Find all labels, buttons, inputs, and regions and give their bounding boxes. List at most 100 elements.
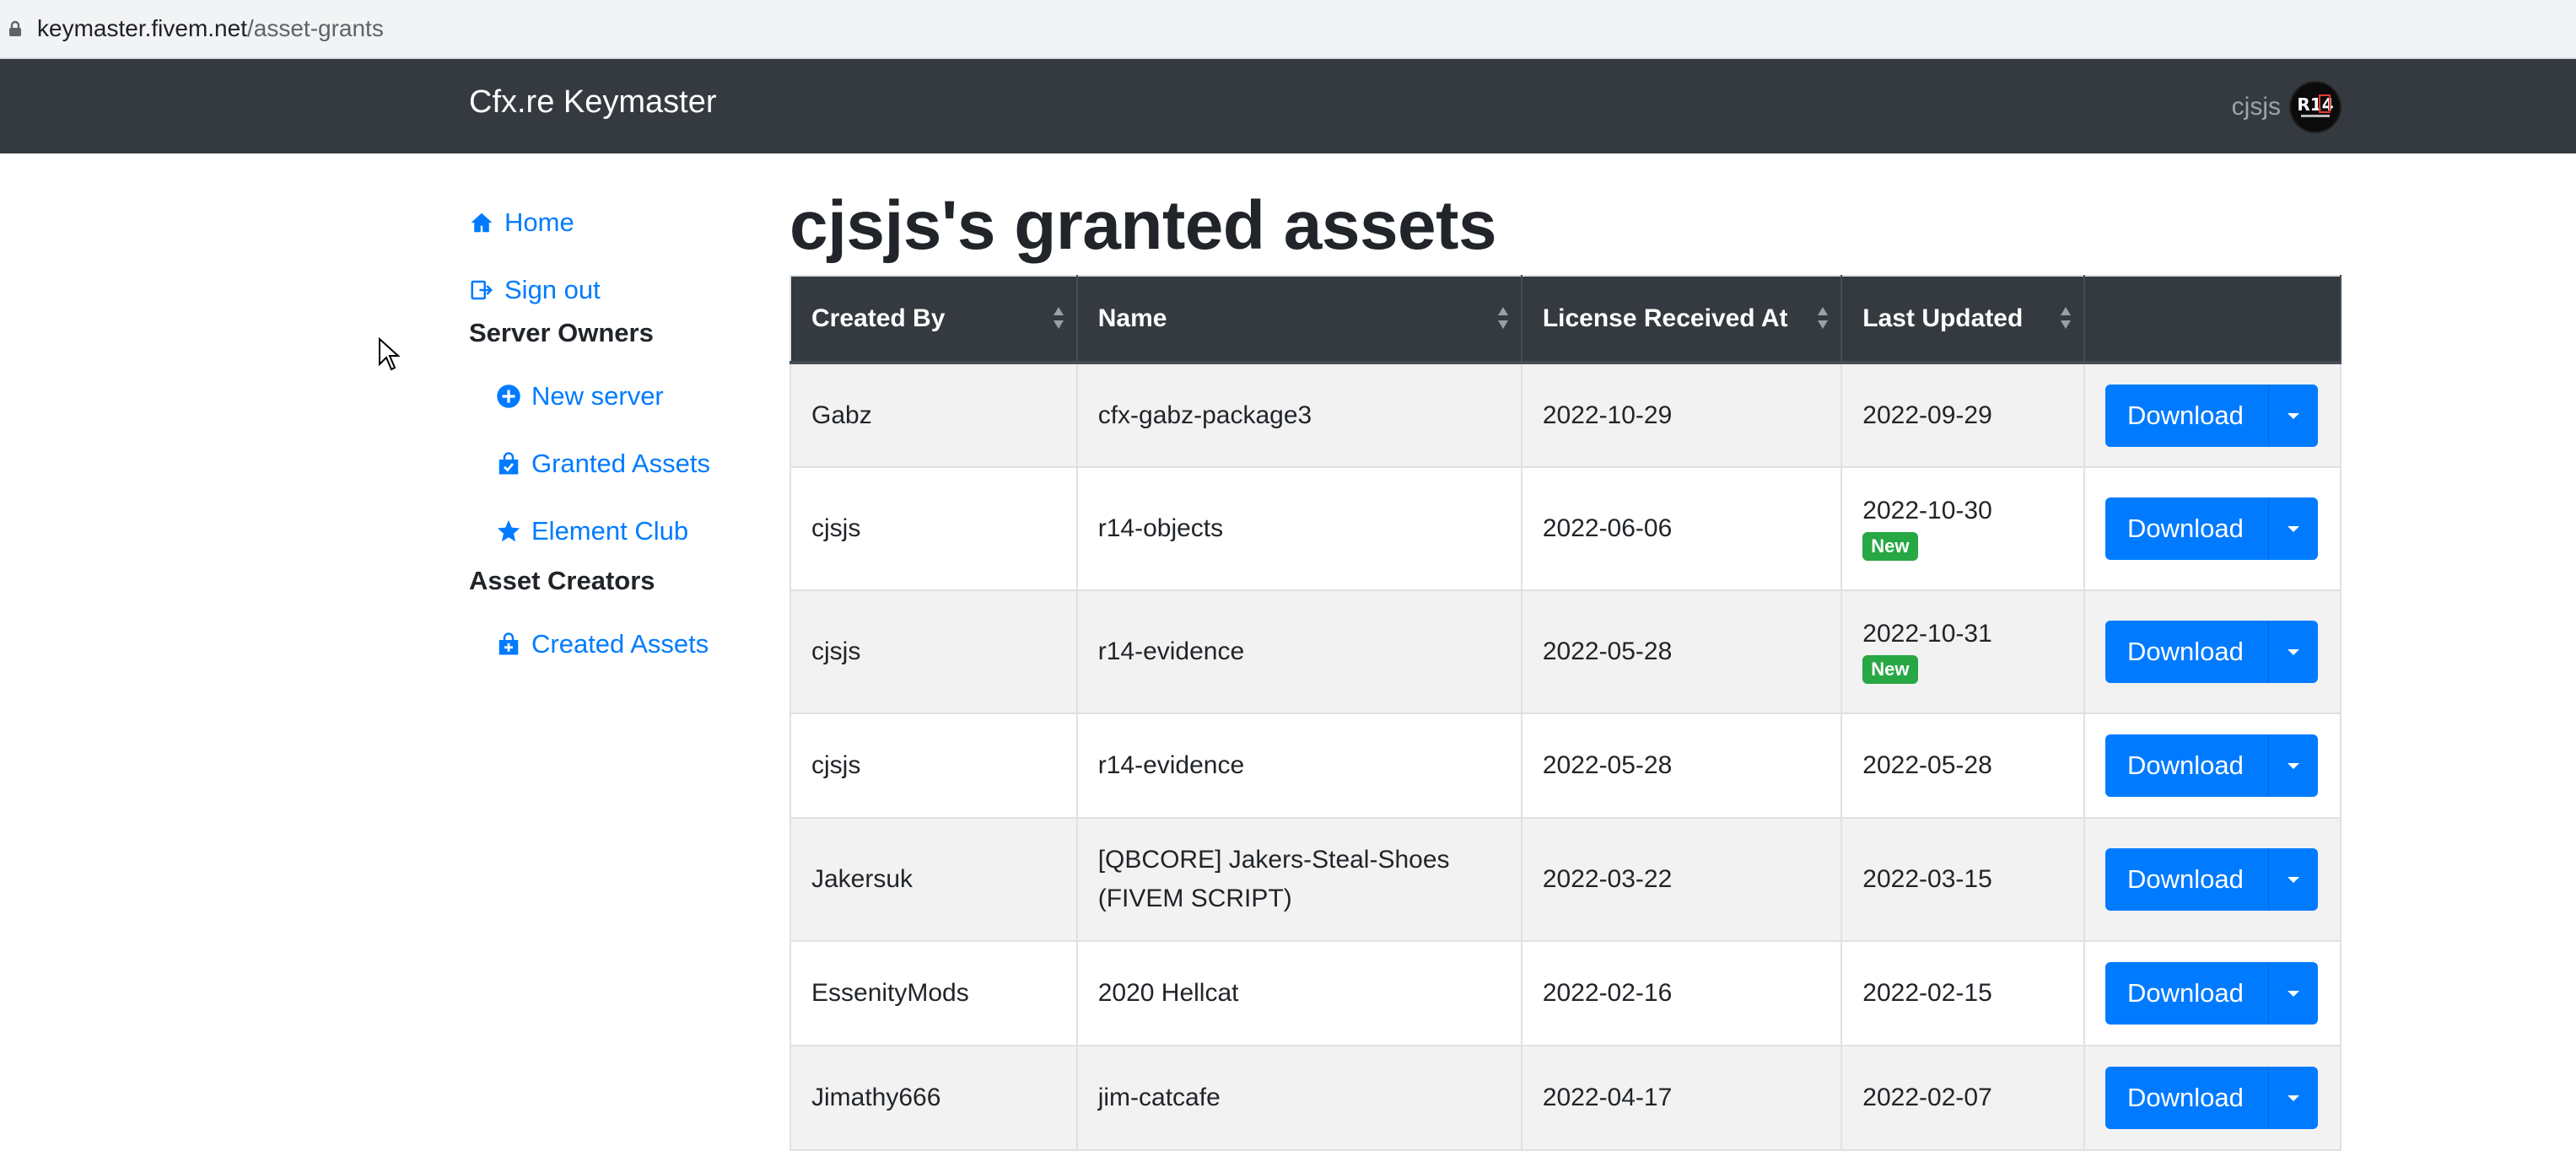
- cell-actions: Download: [2083, 1045, 2342, 1151]
- browser-address-bar[interactable]: keymaster.fivem.net/asset-grants: [0, 0, 2576, 59]
- download-button[interactable]: Download: [2105, 962, 2269, 1025]
- cell-last-updated-text: 2022-02-15: [1862, 979, 1992, 1007]
- cell-actions: Download: [2083, 466, 2342, 591]
- cell-name-text: r14-evidence: [1097, 637, 1245, 665]
- cell-last-updated: 2022-02-07: [1840, 1045, 2085, 1151]
- download-split-button: Download: [2104, 848, 2318, 911]
- cell-created-by: EssenityMods: [790, 940, 1078, 1046]
- cell-actions: Download: [2083, 713, 2342, 819]
- url-text[interactable]: keymaster.fivem.net/asset-grants: [37, 15, 384, 42]
- cell-license-received: 2022-04-17: [1520, 1045, 1843, 1151]
- download-dropdown-toggle[interactable]: [2269, 848, 2318, 911]
- cell-last-updated-text: 2022-05-28: [1862, 751, 1992, 779]
- caret-down-icon: [2287, 526, 2299, 532]
- cell-last-updated-text: 2022-02-07: [1862, 1084, 1992, 1111]
- brand-link[interactable]: Cfx.re Keymaster: [469, 84, 717, 121]
- caret-down-icon: [2287, 877, 2299, 883]
- download-split-button: Download: [2104, 962, 2318, 1025]
- column-header-created-by[interactable]: Created By: [790, 276, 1078, 364]
- cell-license-received-text: 2022-06-06: [1542, 514, 1673, 542]
- download-split-button: Download: [2104, 621, 2318, 683]
- cell-last-updated: 2022-05-28: [1840, 713, 2085, 819]
- avatar[interactable]: R14: [2289, 81, 2342, 133]
- download-split-button: Download: [2104, 1067, 2318, 1129]
- cell-name-text: cfx-gabz-package3: [1097, 401, 1312, 429]
- cell-last-updated-text: 2022-09-29: [1862, 401, 1992, 429]
- cell-created-by-text: EssenityMods: [811, 979, 969, 1007]
- cell-name: jim-catcafe: [1075, 1045, 1522, 1151]
- column-label: License Received At: [1542, 304, 1788, 332]
- download-split-button: Download: [2104, 384, 2318, 447]
- username[interactable]: cjsjs: [2232, 93, 2281, 121]
- table-row: cjsjs r14-evidence 2022-05-28 2022-10-31 New…: [790, 589, 2342, 714]
- cell-name: r14-evidence: [1075, 589, 1522, 714]
- cell-created-by-text: cjsjs: [811, 751, 861, 779]
- cell-license-received: 2022-06-06: [1520, 466, 1843, 591]
- sidebar-item-created-assets[interactable]: Created Assets: [469, 619, 709, 670]
- cell-last-updated: 2022-09-29: [1840, 362, 2085, 468]
- download-button[interactable]: Download: [2105, 1067, 2269, 1129]
- download-button[interactable]: Download: [2105, 734, 2269, 797]
- download-button[interactable]: Download: [2105, 498, 2269, 560]
- cell-last-updated: 2022-02-15: [1840, 940, 2085, 1046]
- user-menu[interactable]: cjsjs R14: [2232, 81, 2342, 133]
- sidebar-item-granted-assets[interactable]: Granted Assets: [469, 438, 710, 489]
- column-header-last-updated[interactable]: Last Updated: [1841, 276, 2085, 364]
- mouse-cursor-icon: [379, 337, 401, 371]
- cell-actions: Download: [2083, 589, 2342, 714]
- column-header-name[interactable]: Name: [1076, 276, 1522, 364]
- sidebar-item-label: Home: [504, 207, 574, 237]
- caret-down-icon: [2287, 412, 2299, 419]
- table-row: cjsjs r14-evidence 2022-05-28 2022-05-28 Dow…: [790, 713, 2342, 819]
- download-dropdown-toggle[interactable]: [2269, 1067, 2318, 1129]
- asset-creators-heading: Asset Creators: [469, 566, 655, 595]
- table-row: cjsjs r14-objects 2022-06-06 2022-10-30 New D…: [790, 466, 2342, 591]
- sidebar-item-label: Created Assets: [531, 629, 709, 659]
- cell-name-text: 2020 Hellcat: [1097, 979, 1239, 1007]
- caret-down-icon: [2287, 649, 2299, 655]
- cell-name: cfx-gabz-package3: [1075, 362, 1522, 468]
- cell-license-received: 2022-03-22: [1520, 817, 1843, 942]
- sidebar-item-sign-out[interactable]: Sign out: [469, 265, 601, 315]
- download-button[interactable]: Download: [2105, 621, 2269, 683]
- r14-logo-icon: R14: [2297, 94, 2334, 117]
- table-row: Jakersuk [QBCORE] Jakers-Steal-Shoes (FIV…: [790, 817, 2342, 942]
- cell-last-updated-text: 2022-10-30: [1862, 497, 1992, 524]
- cell-license-received-text: 2022-03-22: [1542, 865, 1673, 893]
- table-row: Gabz cfx-gabz-package3 2022-10-29 2022-09-2…: [790, 362, 2342, 468]
- table-row: EssenityMods 2020 Hellcat 2022-02-16 2022-0…: [790, 940, 2342, 1046]
- cell-last-updated: 2022-03-15: [1840, 817, 2085, 942]
- url-path: /asset-grants: [246, 15, 384, 41]
- cell-created-by-text: cjsjs: [811, 637, 861, 665]
- assets-table: Created By Name License Received At Last…: [790, 275, 2342, 1151]
- sidebar-nav: Home Sign out Server Owners New server G…: [469, 186, 773, 659]
- sidebar-item-home[interactable]: Home: [469, 197, 574, 248]
- download-dropdown-toggle[interactable]: [2269, 621, 2318, 683]
- cell-license-received-text: 2022-04-17: [1542, 1084, 1673, 1111]
- new-badge: New: [1862, 532, 1918, 561]
- download-dropdown-toggle[interactable]: [2269, 962, 2318, 1025]
- sign-out-icon: [471, 280, 493, 300]
- url-host: keymaster.fivem.net: [37, 15, 247, 41]
- cell-license-received-text: 2022-02-16: [1542, 979, 1673, 1007]
- cell-last-updated-text: 2022-03-15: [1862, 865, 1992, 893]
- download-button[interactable]: Download: [2105, 848, 2269, 911]
- download-dropdown-toggle[interactable]: [2269, 734, 2318, 797]
- table-row: Jimathy666 jim-catcafe 2022-04-17 2022-02-0…: [790, 1045, 2342, 1151]
- cell-name: [QBCORE] Jakers-Steal-Shoes (FIVEM SCRIP…: [1075, 817, 1522, 942]
- sidebar-item-label: Granted Assets: [531, 449, 710, 478]
- top-navbar: Cfx.re Keymaster cjsjs R14: [0, 59, 2576, 153]
- new-badge: New: [1862, 655, 1918, 684]
- cell-license-received: 2022-02-16: [1520, 940, 1843, 1046]
- sidebar-item-element-club[interactable]: Element Club: [469, 506, 688, 557]
- download-button[interactable]: Download: [2105, 384, 2269, 447]
- column-header-license-received[interactable]: License Received At: [1521, 276, 1843, 364]
- cell-license-received-text: 2022-05-28: [1542, 637, 1673, 665]
- plus-circle-icon: [497, 385, 520, 408]
- cell-last-updated: 2022-10-31 New: [1840, 589, 2085, 714]
- sidebar-item-new-server[interactable]: New server: [469, 371, 664, 422]
- cell-created-by: cjsjs: [790, 466, 1078, 591]
- download-split-button: Download: [2104, 734, 2318, 797]
- download-dropdown-toggle[interactable]: [2269, 498, 2318, 560]
- download-dropdown-toggle[interactable]: [2269, 385, 2318, 447]
